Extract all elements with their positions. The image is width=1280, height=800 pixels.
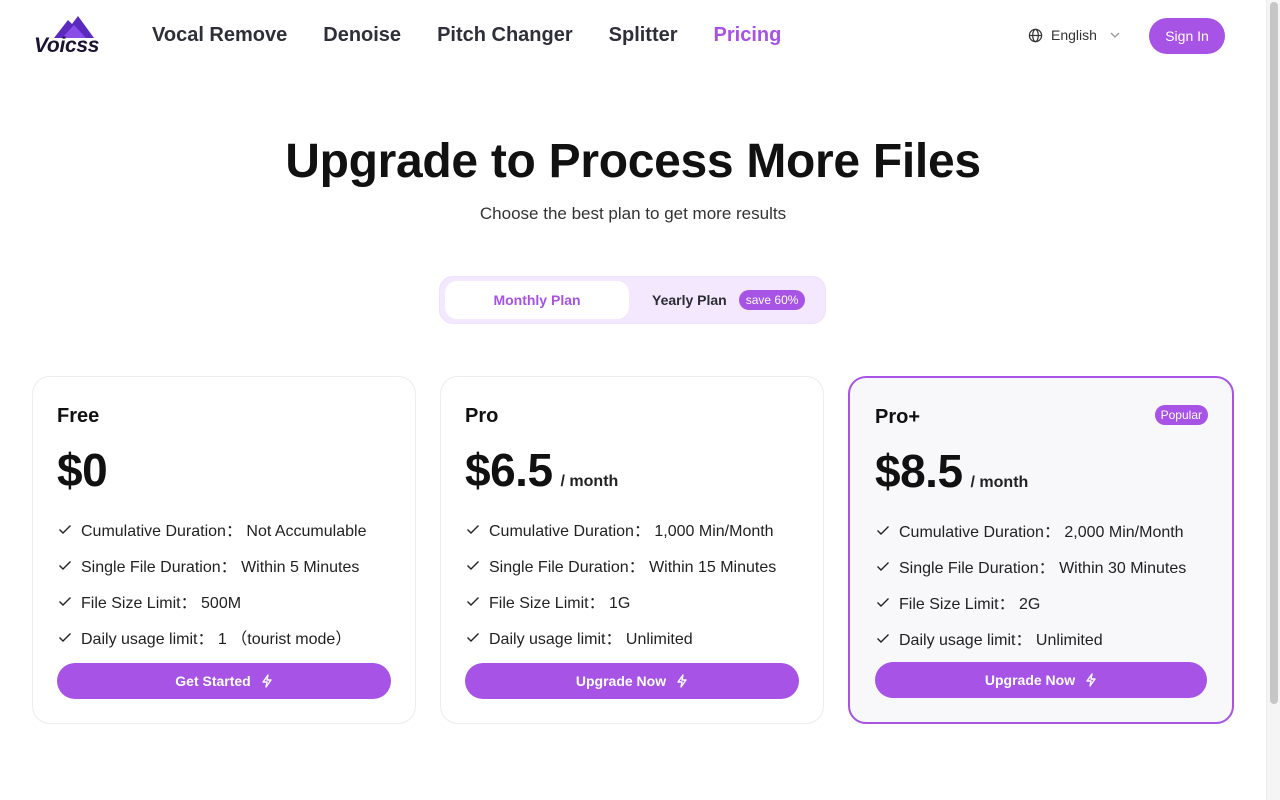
plan-period: / month — [560, 473, 619, 490]
check-icon — [467, 597, 479, 606]
feature-item: File Size Limit： 2G — [875, 584, 1186, 620]
feature-text: Cumulative Duration： 1,000 Min/Month — [489, 523, 774, 540]
check-icon — [467, 633, 479, 642]
check-icon — [59, 561, 71, 570]
nav-splitter[interactable]: Splitter — [609, 24, 678, 47]
feature-text: Single File Duration： Within 5 Minutes — [81, 559, 360, 576]
main-nav: Vocal Remove Denoise Pitch Changer Split… — [152, 24, 781, 47]
page-title: Upgrade to Process More Files — [285, 135, 981, 188]
feature-text: Single File Duration： Within 30 Minutes — [899, 560, 1187, 577]
check-icon — [467, 561, 479, 570]
feature-item: Single File Duration： Within 15 Minutes — [465, 547, 776, 583]
logo-text: Voicss — [34, 34, 100, 57]
feature-item: Single File Duration： Within 5 Minutes — [57, 547, 366, 583]
check-icon — [59, 597, 71, 606]
feature-item: Single File Duration： Within 30 Minutes — [875, 548, 1186, 584]
feature-text: Daily usage limit： 1 （tourist mode） — [81, 631, 352, 648]
get-started-button[interactable]: Get Started — [57, 663, 391, 699]
feature-text: Single File Duration： Within 15 Minutes — [489, 559, 777, 576]
feature-item: File Size Limit： 500M — [57, 583, 366, 619]
plan-card-pro-plus: Pro+ Popular $8.5 / month Cumulative Dur… — [848, 376, 1234, 724]
feature-text: File Size Limit： 1G — [489, 595, 631, 612]
plan-name: Free — [57, 405, 100, 427]
feature-list: Cumulative Duration： 1,000 Min/Month Sin… — [465, 511, 776, 655]
billing-toggle: Monthly Plan Yearly Plan save 60% — [439, 276, 826, 324]
check-icon — [877, 562, 889, 571]
feature-item: Cumulative Duration： 1,000 Min/Month — [465, 511, 776, 547]
plan-price: $8.5 — [875, 445, 963, 497]
feature-text: Daily usage limit： Unlimited — [489, 631, 693, 648]
chevron-down-icon — [1110, 32, 1120, 38]
yearly-plan-tab[interactable]: Yearly Plan save 60% — [652, 281, 806, 319]
globe-icon — [1028, 28, 1043, 42]
top-header: Voicss Vocal Remove Denoise Pitch Change… — [0, 0, 1266, 72]
plan-name: Pro+ — [875, 406, 921, 428]
feature-text: Cumulative Duration： 2,000 Min/Month — [899, 524, 1184, 541]
price-row: $6.5 / month — [465, 443, 618, 497]
yearly-plan-label: Yearly Plan — [652, 292, 727, 308]
feature-text: Daily usage limit： Unlimited — [899, 632, 1103, 649]
feature-text: File Size Limit： 2G — [899, 596, 1041, 613]
page-subtitle: Choose the best plan to get more results — [479, 204, 787, 223]
check-icon — [877, 634, 889, 643]
feature-text: File Size Limit： 500M — [81, 595, 242, 612]
lightning-icon — [1086, 673, 1096, 687]
plan-name: Pro — [465, 405, 499, 427]
nav-pitch-changer[interactable]: Pitch Changer — [437, 24, 573, 47]
plan-price: $6.5 — [465, 444, 553, 496]
plan-card-free: Free $0 Cumulative Duration： Not Accumul… — [32, 376, 416, 724]
price-row: $0 — [57, 443, 108, 497]
check-icon — [877, 526, 889, 535]
feature-text: Cumulative Duration： Not Accumulable — [81, 523, 367, 540]
sign-in-button[interactable]: Sign In — [1149, 18, 1225, 54]
cta-label: Upgrade Now — [575, 673, 667, 689]
monthly-plan-tab[interactable]: Monthly Plan — [445, 281, 629, 319]
check-icon — [877, 598, 889, 607]
language-label: English — [1051, 27, 1097, 43]
lightning-icon — [677, 674, 687, 688]
popular-badge: Popular — [1154, 405, 1208, 425]
check-icon — [59, 633, 71, 642]
plan-price: $0 — [57, 444, 108, 496]
nav-pricing[interactable]: Pricing — [714, 24, 782, 47]
check-icon — [59, 525, 71, 534]
upgrade-now-button-pro[interactable]: Upgrade Now — [465, 663, 799, 699]
feature-item: Cumulative Duration： 2,000 Min/Month — [875, 512, 1186, 548]
logo[interactable]: Voicss — [34, 16, 112, 58]
cta-label: Upgrade Now — [984, 672, 1076, 688]
feature-item: Daily usage limit： Unlimited — [465, 619, 776, 655]
feature-item: Daily usage limit： Unlimited — [875, 620, 1186, 656]
check-icon — [467, 525, 479, 534]
language-selector[interactable]: English — [1028, 27, 1121, 43]
feature-item: Cumulative Duration： Not Accumulable — [57, 511, 366, 547]
scrollbar-thumb[interactable] — [1270, 2, 1278, 704]
feature-item: Daily usage limit： 1 （tourist mode） — [57, 619, 366, 655]
page-scrollbar[interactable] — [1266, 0, 1280, 800]
feature-list: Cumulative Duration： Not Accumulable Sin… — [57, 511, 366, 655]
price-row: $8.5 / month — [875, 444, 1028, 498]
plan-card-pro: Pro $6.5 / month Cumulative Duration： 1,… — [440, 376, 824, 724]
lightning-icon — [262, 674, 272, 688]
plan-period: / month — [970, 474, 1029, 491]
nav-denoise[interactable]: Denoise — [323, 24, 401, 47]
nav-vocal-remove[interactable]: Vocal Remove — [152, 24, 287, 47]
feature-item: File Size Limit： 1G — [465, 583, 776, 619]
feature-list: Cumulative Duration： 2,000 Min/Month Sin… — [875, 512, 1186, 656]
save-badge: save 60% — [738, 290, 806, 310]
upgrade-now-button-pro-plus[interactable]: Upgrade Now — [875, 662, 1207, 698]
cta-label: Get Started — [175, 673, 251, 689]
